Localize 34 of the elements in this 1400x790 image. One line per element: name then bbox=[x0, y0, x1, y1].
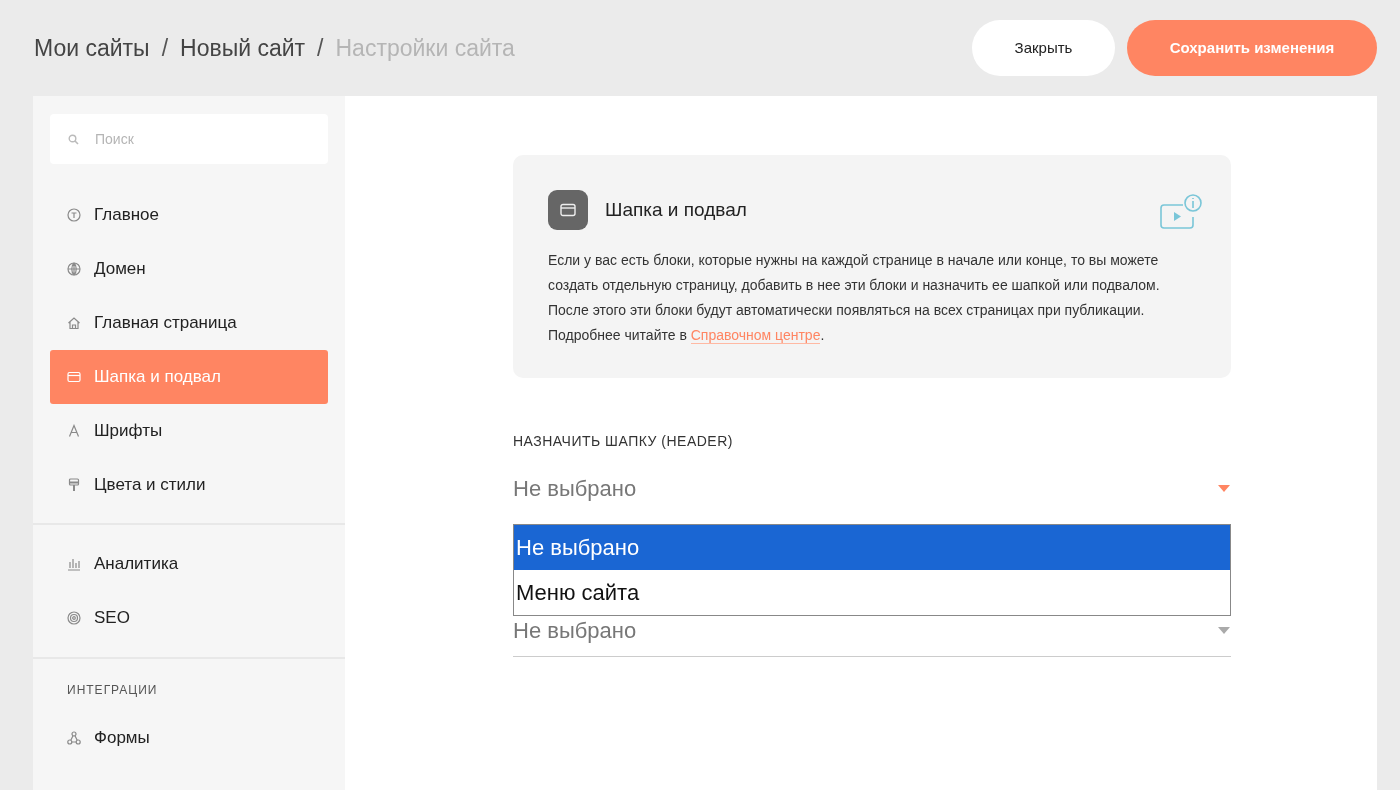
sidebar-item[interactable]: Домен bbox=[50, 242, 328, 296]
nodes-icon bbox=[67, 731, 81, 745]
sidebar-item[interactable]: Главное bbox=[50, 188, 328, 242]
globe-icon bbox=[67, 262, 81, 276]
info-paragraph: Если у вас есть блоки, которые нужны на каждой странице в начале или конце, то вы можете создать отдельную страницу, добавить в нее эти блоки и назначить ее шапкой или подвалом. После этого эти блоки будут автоматически появляться на всех страницах при публикации. Подробнее читайте в Справочном центре. bbox=[548, 251, 1161, 346]
breadcrumb-link[interactable]: Новый сайт bbox=[180, 30, 306, 66]
window-icon bbox=[548, 190, 588, 230]
sidebar-item[interactable]: Аналитика bbox=[50, 537, 328, 591]
header-select[interactable]: Не выбрано bbox=[513, 466, 1231, 510]
sidebar-item[interactable]: Формы bbox=[50, 711, 328, 765]
letter-a-icon bbox=[67, 424, 81, 438]
card-title: Шапка и подвал bbox=[605, 197, 747, 222]
caret-icon bbox=[1218, 626, 1230, 634]
circle-t-icon bbox=[67, 208, 81, 222]
footer-select[interactable]: Не выбрано bbox=[513, 604, 1231, 657]
target-icon bbox=[67, 611, 81, 625]
home-icon bbox=[67, 316, 81, 330]
sidebar-item[interactable]: Цвета и стили bbox=[50, 458, 328, 512]
breadcrumb-link[interactable]: Мои сайты bbox=[34, 30, 150, 66]
section-heading: ИНТЕГРАЦИИ bbox=[66, 682, 159, 699]
search-field[interactable]: Поиск bbox=[50, 114, 328, 164]
dropdown-option[interactable]: Не выбрано bbox=[514, 525, 1230, 570]
sidebar-item[interactable]: SEO bbox=[50, 591, 328, 645]
sidebar-item[interactable]: Шрифты bbox=[50, 404, 328, 458]
breadcrumb-separator: / bbox=[317, 33, 324, 63]
bar-chart-icon bbox=[67, 557, 81, 571]
video-info-icon bbox=[1159, 193, 1203, 231]
brush-icon bbox=[67, 478, 81, 492]
close-button[interactable]: Закрыть bbox=[972, 20, 1115, 76]
breadcrumb-separator: / bbox=[161, 33, 169, 63]
field-label: НАЗНАЧИТЬ ШАПКУ (HEADER) bbox=[513, 432, 734, 451]
sidebar-item[interactable]: Главная страница bbox=[50, 296, 328, 350]
window-icon bbox=[67, 370, 81, 384]
caret-icon bbox=[1218, 484, 1230, 492]
